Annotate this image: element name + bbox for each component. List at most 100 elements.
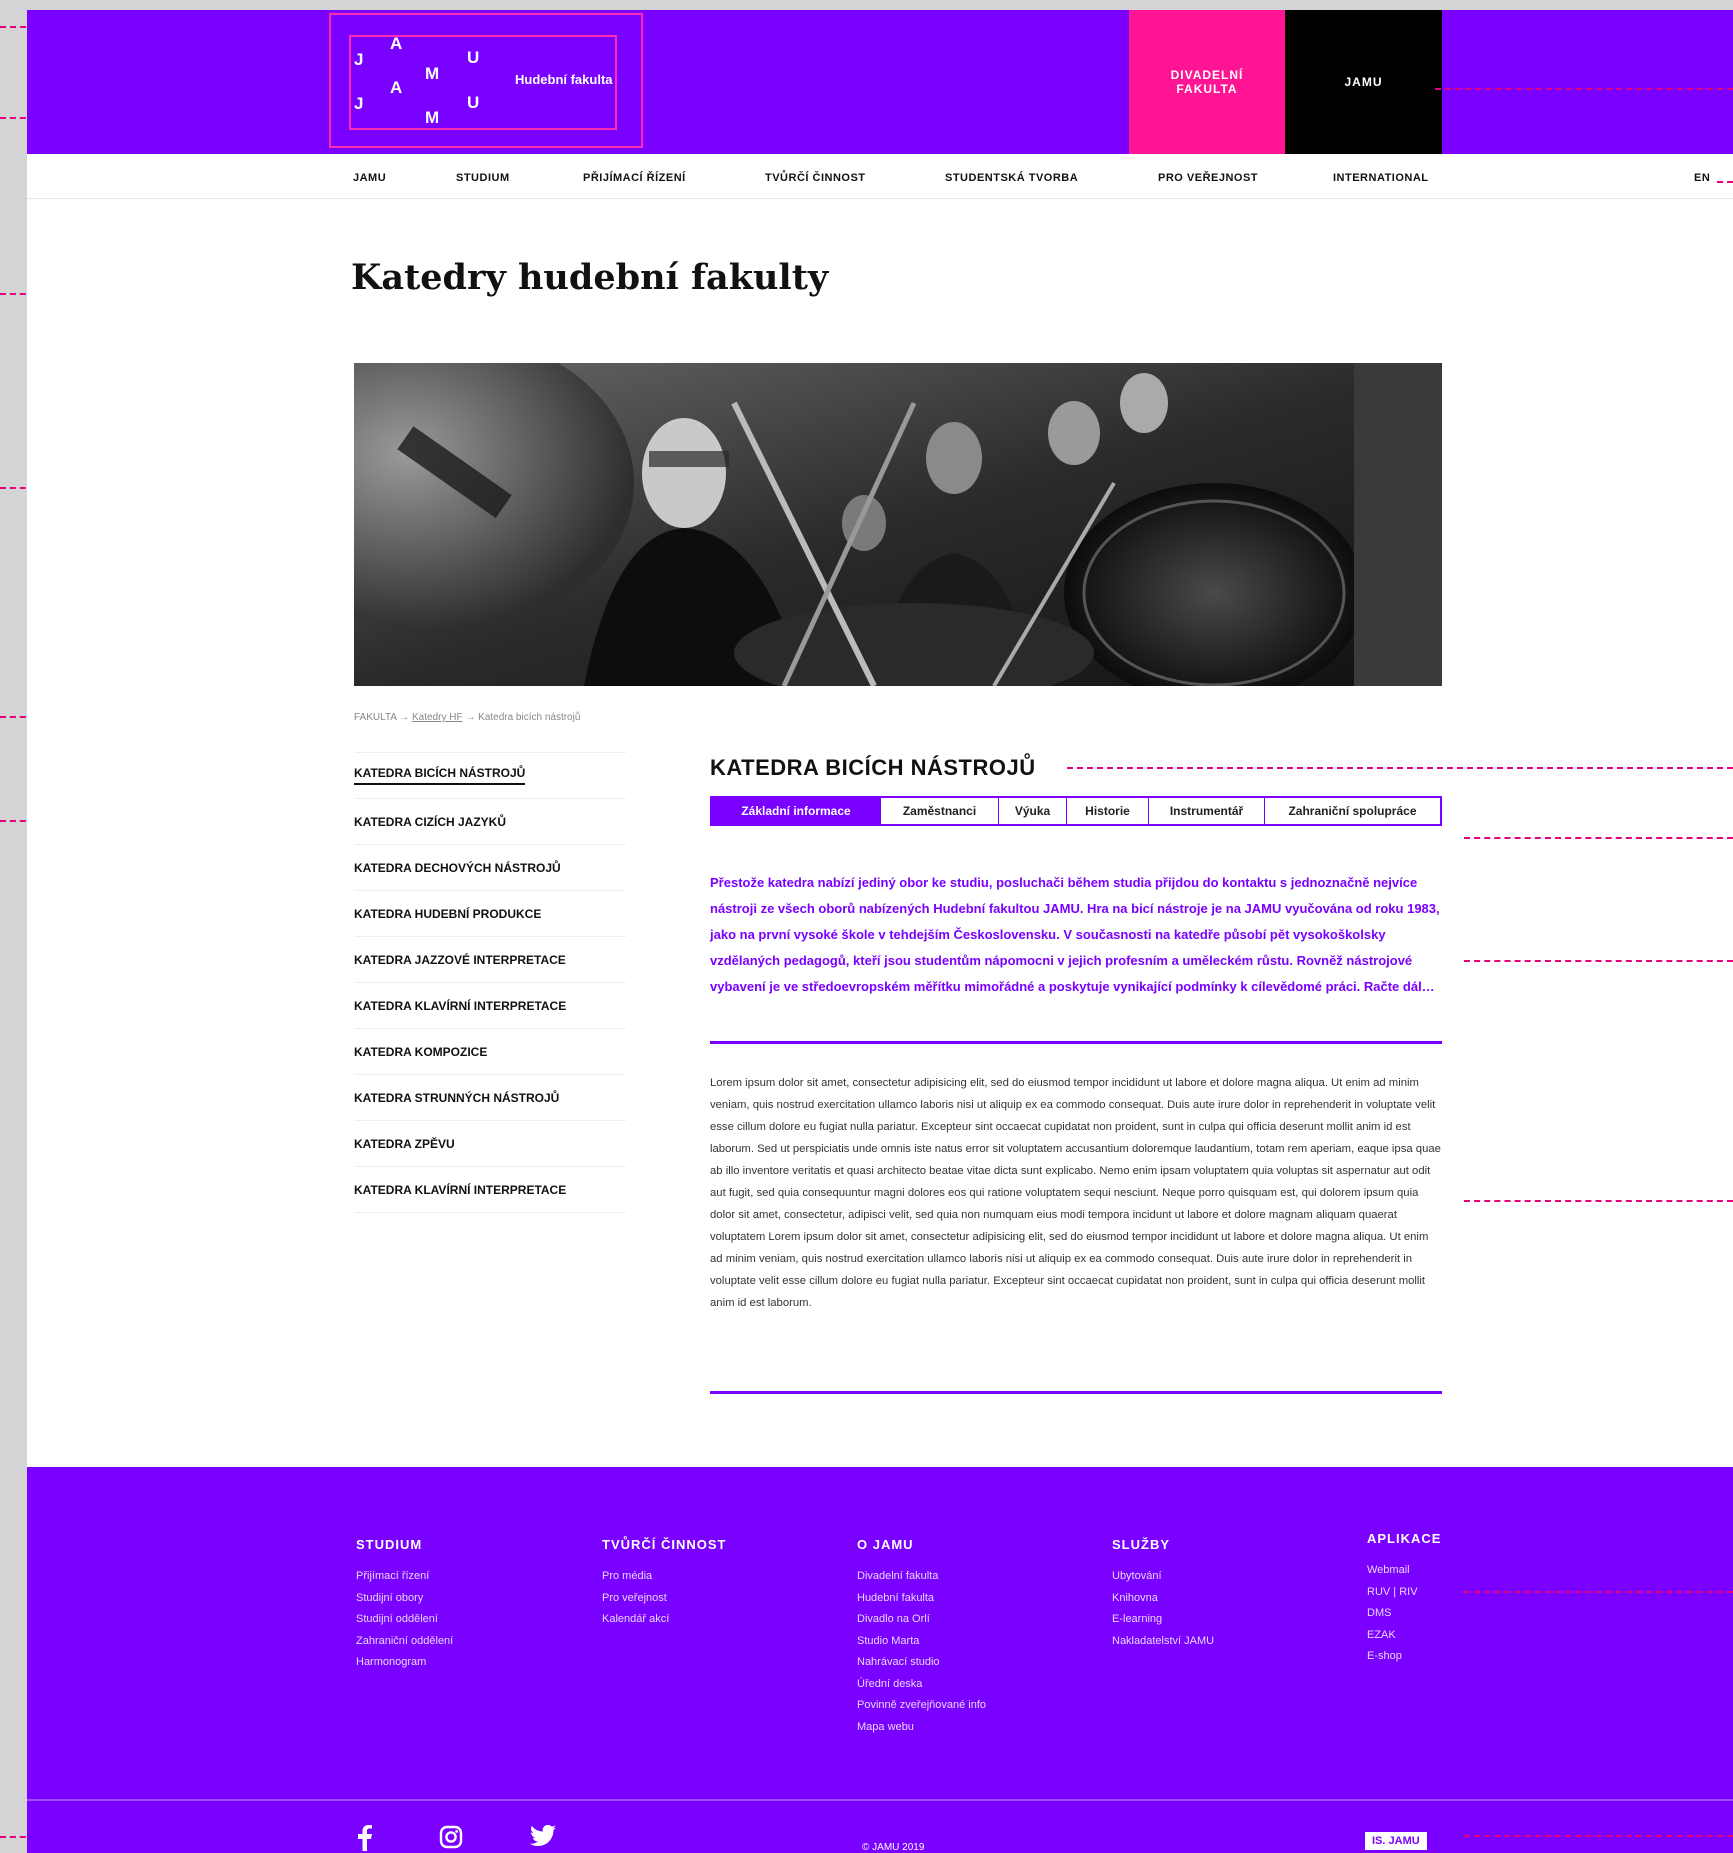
footer-column-sluzby: SLUŽBY Ubytování Knihovna E-learning Nak…	[1112, 1537, 1214, 1652]
nav-item-jamu[interactable]: JAMU	[353, 172, 386, 184]
copyright: © JAMU 2019	[862, 1842, 925, 1853]
sidebar-item-label: KATEDRA KLAVÍRNÍ INTERPRETACE	[354, 1182, 567, 1197]
twitter-icon[interactable]	[530, 1824, 556, 1852]
facebook-icon[interactable]	[357, 1825, 373, 1853]
breadcrumb-separator: →	[399, 712, 410, 723]
sidebar-item[interactable]: KATEDRA HUDEBNÍ PRODUKCE	[354, 891, 626, 937]
footer-link[interactable]: Webmail	[1367, 1560, 1441, 1582]
footer-link[interactable]: Knihovna	[1112, 1588, 1214, 1610]
sidebar-item-label: KATEDRA ZPĚVU	[354, 1136, 455, 1151]
breadcrumb-separator: →	[465, 712, 476, 723]
breadcrumb-root[interactable]: FAKULTA	[354, 712, 396, 723]
footer-link[interactable]: Pro média	[602, 1566, 727, 1588]
tab-zakladni-informace[interactable]: Základní informace	[712, 798, 881, 824]
guide-line	[1435, 88, 1733, 90]
logo-letter: M	[425, 108, 440, 127]
footer-link[interactable]: Divadelní fakulta	[857, 1566, 986, 1588]
footer-link[interactable]: Hudební fakulta	[857, 1588, 986, 1610]
nav-item-prijimaci-rizeni[interactable]: PŘIJÍMACÍ ŘÍZENÍ	[583, 172, 686, 184]
is-jamu-link[interactable]: IS. JAMU	[1365, 1832, 1427, 1850]
sidebar-item-label: KATEDRA BICÍCH NÁSTROJŮ	[354, 766, 526, 785]
footer-link[interactable]: Nahrávací studio	[857, 1652, 986, 1674]
footer-link[interactable]: Harmonogram	[356, 1652, 453, 1674]
tile-jamu[interactable]: JAMU	[1285, 10, 1442, 154]
breadcrumb: FAKULTA → Katedry HF → Katedra bicích ná…	[354, 712, 580, 723]
tile-divadelni-fakulta[interactable]: DIVADELNÍ FAKULTA	[1129, 10, 1285, 154]
tab-historie[interactable]: Historie	[1067, 798, 1149, 824]
sidebar-item[interactable]: KATEDRA KLAVÍRNÍ INTERPRETACE	[354, 1167, 626, 1213]
nav-item-studium[interactable]: STUDIUM	[456, 172, 510, 184]
footer-link[interactable]: Pro veřejnost	[602, 1588, 727, 1610]
sidebar-item[interactable]: KATEDRA KLAVÍRNÍ INTERPRETACE	[354, 983, 626, 1029]
sidebar-item-label: KATEDRA HUDEBNÍ PRODUKCE	[354, 906, 542, 921]
guide-line	[1067, 767, 1733, 769]
sidebar-item-label: KATEDRA KOMPOZICE	[354, 1044, 488, 1059]
footer-link[interactable]: Studio Marta	[857, 1631, 986, 1653]
sidebar-item[interactable]: KATEDRA JAZZOVÉ INTERPRETACE	[354, 937, 626, 983]
site-header: J A M U J A M U Hudební fakulta DIVADELN…	[27, 10, 1733, 154]
nav-item-studentska-tvorba[interactable]: STUDENTSKÁ TVORBA	[945, 172, 1078, 184]
sidebar-item-label: KATEDRA CIZÍCH JAZYKŮ	[354, 814, 506, 829]
nav-item-tvurci-cinnost[interactable]: TVŮRČÍ ČINNOST	[765, 172, 866, 184]
faculty-name: Hudební fakulta	[515, 72, 613, 87]
tile-label: JAMU	[1344, 75, 1383, 89]
sidebar-item-label: KATEDRA STRUNNÝCH NÁSTROJŮ	[354, 1090, 560, 1105]
main-nav: JAMU STUDIUM PŘIJÍMACÍ ŘÍZENÍ TVŮRČÍ ČIN…	[27, 154, 1733, 199]
footer-link[interactable]: RUV | RIV	[1367, 1582, 1441, 1604]
sidebar-item[interactable]: KATEDRA DECHOVÝCH NÁSTROJŮ	[354, 845, 626, 891]
breadcrumb-current: Katedra bicích nástrojů	[478, 712, 581, 723]
footer-column-aplikace: APLIKACE Webmail RUV | RIV DMS EZAK E-sh…	[1367, 1531, 1441, 1668]
logo-letter: U	[467, 93, 480, 112]
footer-link[interactable]: Studijní oddělení	[356, 1609, 453, 1631]
footer-link[interactable]: Mapa webu	[857, 1717, 986, 1739]
sidebar-item[interactable]: KATEDRA STRUNNÝCH NÁSTROJŮ	[354, 1075, 626, 1121]
guide-line	[1464, 1591, 1733, 1593]
footer-link[interactable]: Úřední deska	[857, 1674, 986, 1696]
tab-instrumentar[interactable]: Instrumentář	[1149, 798, 1265, 824]
footer-column-tvurci-cinnost: TVŮRČÍ ČINNOST Pro média Pro veřejnost K…	[602, 1537, 727, 1631]
footer-link[interactable]: Povinně zveřejňované info	[857, 1695, 986, 1717]
sidebar-item[interactable]: KATEDRA KOMPOZICE	[354, 1029, 626, 1075]
footer-link[interactable]: Divadlo na Orlí	[857, 1609, 986, 1631]
sidebar-item[interactable]: KATEDRA CIZÍCH JAZYKŮ	[354, 799, 626, 845]
body-paragraph: Lorem ipsum dolor sit amet, consectetur …	[710, 1077, 1441, 1309]
footer-link[interactable]: Nakladatelství JAMU	[1112, 1631, 1214, 1653]
footer-link[interactable]: Zahraniční oddělení	[356, 1631, 453, 1653]
site-footer: STUDIUM Přijímací řízení Studijní obory …	[27, 1467, 1733, 1853]
footer-link[interactable]: Kalendář akcí	[602, 1609, 727, 1631]
footer-link[interactable]: E-shop	[1367, 1646, 1441, 1668]
guide-line	[1464, 837, 1733, 839]
footer-link[interactable]: Studijní obory	[356, 1588, 453, 1610]
tab-zahranicni-spoluprace[interactable]: Zahraniční spolupráce	[1265, 798, 1440, 824]
logo-letter: J	[354, 50, 364, 69]
footer-link[interactable]: E-learning	[1112, 1609, 1214, 1631]
sidebar-item-label: KATEDRA DECHOVÝCH NÁSTROJŮ	[354, 860, 561, 875]
breadcrumb-parent[interactable]: Katedry HF	[412, 712, 463, 723]
page-title: Katedry hudební fakulty	[351, 257, 829, 298]
footer-link[interactable]: EZAK	[1367, 1625, 1441, 1647]
tile-label: DIVADELNÍ FAKULTA	[1170, 68, 1244, 96]
tab-zamestnanci[interactable]: Zaměstnanci	[881, 798, 999, 824]
footer-heading: TVŮRČÍ ČINNOST	[602, 1537, 727, 1552]
language-switch[interactable]: EN	[1694, 172, 1710, 184]
instagram-icon[interactable]	[439, 1825, 463, 1853]
lead-paragraph: Přestože katedra nabízí jediný obor ke s…	[710, 875, 1440, 994]
nav-item-pro-verejnost[interactable]: PRO VEŘEJNOST	[1158, 172, 1258, 184]
footer-heading: SLUŽBY	[1112, 1537, 1170, 1552]
hero-photo	[354, 363, 1442, 686]
nav-item-international[interactable]: INTERNATIONAL	[1333, 172, 1429, 184]
guide-line	[1464, 960, 1733, 962]
footer-link[interactable]: Přijímací řízení	[356, 1566, 453, 1588]
guide-line	[1464, 1200, 1733, 1202]
page: J A M U J A M U Hudební fakulta DIVADELN…	[27, 10, 1733, 1853]
footer-column-o-jamu: O JAMU Divadelní fakulta Hudební fakulta…	[857, 1537, 986, 1738]
sidebar-item[interactable]: KATEDRA ZPĚVU	[354, 1121, 626, 1167]
footer-divider	[27, 1799, 1733, 1801]
footer-column-studium: STUDIUM Přijímací řízení Studijní obory …	[356, 1537, 453, 1674]
footer-link[interactable]: Ubytování	[1112, 1566, 1214, 1588]
footer-link[interactable]: DMS	[1367, 1603, 1441, 1625]
sidebar-item[interactable]: KATEDRA BICÍCH NÁSTROJŮ	[354, 753, 626, 799]
sidebar-item-label: KATEDRA JAZZOVÉ INTERPRETACE	[354, 952, 566, 967]
tab-vyuka[interactable]: Výuka	[999, 798, 1067, 824]
tab-bar: Základní informace Zaměstnanci Výuka His…	[710, 796, 1442, 826]
